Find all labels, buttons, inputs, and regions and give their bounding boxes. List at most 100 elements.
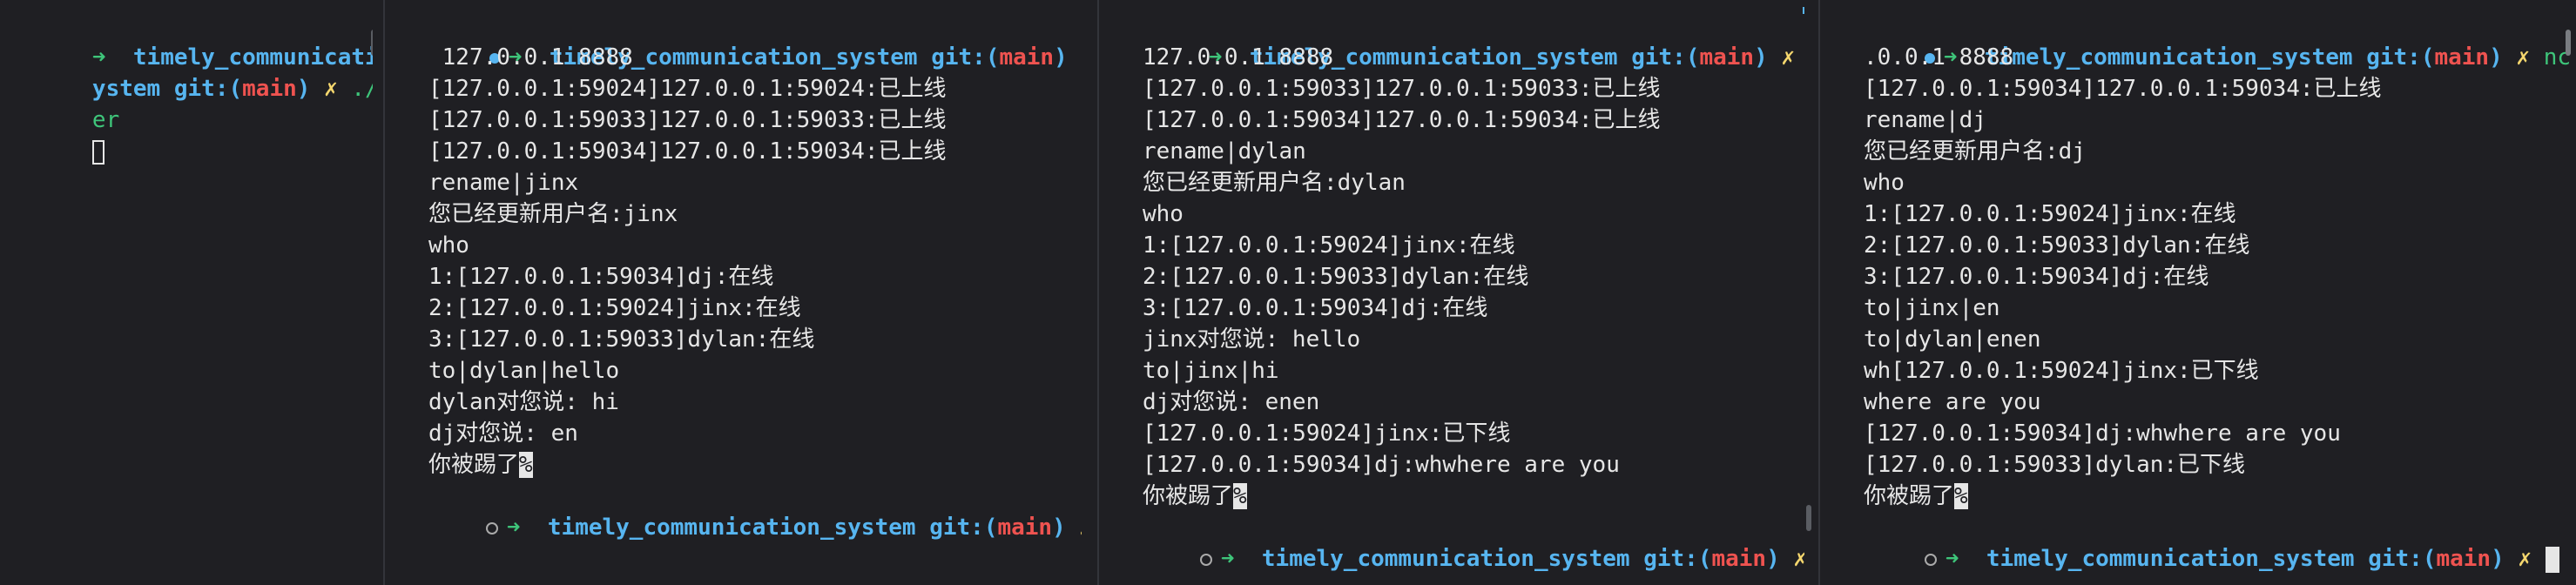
output-line-text: 127.0.0.1 8888 [1143,44,1334,71]
terminal-window: ➜ timely_communication_s ystem git:(main… [0,0,2576,585]
output-line-text: who [1143,201,1183,227]
output-line-text: 1:[127.0.0.1:59024]jinx:在线 [1143,232,1515,259]
output-line: 3:[127.0.0.1:59034]dj:在线 [1864,261,2208,292]
output-line: where are you [1864,387,2041,418]
output-line: [127.0.0.1:59034]127.0.0.1:59034:已上线 [428,136,947,167]
output-line: who [428,230,469,261]
output-line-text: rename|dj [1864,107,1986,133]
output-line-text: 2:[127.0.0.1:59033]dylan:在线 [1143,264,1529,290]
output-line-text: [127.0.0.1:59024]127.0.0.1:59024:已上线 [428,76,947,102]
output-line-text: [127.0.0.1:59034]127.0.0.1:59034:已上线 [428,138,947,165]
command-status-dot [485,521,498,535]
output-line: [127.0.0.1:59024]jinx:已下线 [1143,418,1510,449]
output-line-text: wh[127.0.0.1:59024]jinx:已下线 [1864,358,2259,384]
git-dirty-icon: ✗ [324,76,338,102]
scrollbar[interactable] [371,30,373,56]
output-line-text: [127.0.0.1:59034]dj:whwhere are you [1143,452,1620,478]
terminal-pane-client-jinx[interactable]: ➜ timely_communication_system git:(main)… [394,0,1082,585]
output-line: rename|jinx [428,167,578,198]
output-line: .0.0.1 8888 [1864,42,2013,73]
output-line-text: 3:[127.0.0.1:59034]dj:在线 [1864,264,2209,290]
output-line: 1:[127.0.0.1:59034]dj:在线 [428,261,773,292]
output-line-text: who [428,232,469,259]
scrollbar[interactable] [1806,505,1811,531]
terminal-pane-client-dj[interactable]: ➜ timely_communication_system git:(main)… [1829,0,2576,585]
output-line-text: to|jinx|hi [1143,358,1279,384]
output-line: to|dylan|hello [428,355,619,387]
command-text: nc 127 [2543,44,2572,71]
pane-divider[interactable] [1097,0,1099,585]
output-line: 你被踢了% [428,449,533,481]
output-line-text: to|dylan|enen [1864,326,2041,353]
output-line-text: [127.0.0.1:59033]dylan:已下线 [1864,452,2246,478]
output-line-text: to|jinx|en [1864,295,2000,321]
output-line: to|jinx|en [1864,292,2000,324]
end-of-output-marker: % [1233,483,1247,509]
output-line-text: [127.0.0.1:59034]127.0.0.1:59034:已上线 [1864,76,2382,102]
terminal-cursor [91,139,105,165]
command-text: ./serv [351,76,373,102]
output-line-text: [127.0.0.1:59024]jinx:已下线 [1143,420,1511,447]
output-line: 2:[127.0.0.1:59024]jinx:在线 [428,292,801,324]
output-line: 1:[127.0.0.1:59024]jinx:在线 [1143,230,1515,261]
output-line: [127.0.0.1:59034]127.0.0.1:59034:已上线 [1864,73,2382,104]
output-line-text: [127.0.0.1:59033]127.0.0.1:59033:已上线 [1143,76,1661,102]
output-line-text: 您已经更新用户名:dj [1864,138,2086,165]
terminal-pane-client-dylan[interactable]: ➜ timely_communication_system git:(main)… [1108,0,1804,585]
output-line-text: dj对您说: enen [1143,389,1320,415]
output-line-text: .0.0.1 8888 [1864,44,2014,71]
output-line-text: where are you [1864,389,2041,415]
output-line: to|dylan|enen [1864,324,2041,355]
output-line-text: jinx对您说: hello [1143,326,1361,353]
output-line: who [1143,198,1183,230]
command-status-dot [1199,553,1212,566]
scrollbar[interactable] [2566,30,2571,56]
output-line: [127.0.0.1:59033]127.0.0.1:59033:已上线 [428,104,947,136]
output-line-text: dylan对您说: hi [428,389,619,415]
output-line: rename|dylan [1143,136,1306,167]
output-line: jinx对您说: hello [1143,324,1360,355]
output-line-text: 您已经更新用户名:dylan [1143,170,1406,196]
output-line-text: 你被踢了 [1143,483,1234,509]
output-line-text: to|dylan|hello [428,358,620,384]
output-line: 您已经更新用户名:dylan [1143,167,1406,198]
output-line-text: 你被踢了 [1864,483,1955,509]
terminal-pane-server[interactable]: ➜ timely_communication_s ystem git:(main… [0,0,373,585]
output-line-text: [127.0.0.1:59033]127.0.0.1:59033:已上线 [428,107,947,133]
output-line: 3:[127.0.0.1:59034]dj:在线 [1143,292,1487,324]
output-line: 您已经更新用户名:dj [1864,136,2086,167]
output-line-text: 2:[127.0.0.1:59033]dylan:在线 [1864,232,2250,259]
git-branch: main [242,76,297,102]
terminal-cursor [2545,546,2559,573]
output-line-text: 127.0.0.1 8888 [428,44,633,71]
output-line-text: dj对您说: en [428,420,578,447]
output-line-text: 2:[127.0.0.1:59024]jinx:在线 [428,295,801,321]
output-line: [127.0.0.1:59033]127.0.0.1:59033:已上线 [1143,73,1661,104]
output-line: dj对您说: enen [1143,387,1319,418]
output-line-text: rename|jinx [428,170,579,196]
output-line-text: 3:[127.0.0.1:59034]dj:在线 [1143,295,1488,321]
output-line-text: 3:[127.0.0.1:59033]dylan:在线 [428,326,815,353]
output-line: [127.0.0.1:59024]127.0.0.1:59024:已上线 [428,73,947,104]
git-label: git: [173,76,229,102]
output-line: 2:[127.0.0.1:59033]dylan:在线 [1143,261,1528,292]
output-line-text: rename|dylan [1143,138,1306,165]
output-line: dj对您说: en [428,418,578,449]
output-line: [127.0.0.1:59034]dj:whwhere are you [1143,449,1620,481]
output-line-text: 1:[127.0.0.1:59024]jinx:在线 [1864,201,2236,227]
pane-divider[interactable] [383,0,385,585]
output-line-text: who [1864,170,1905,196]
output-line: who [1864,167,1905,198]
pane-divider[interactable] [1818,0,1820,585]
output-line: dylan对您说: hi [428,387,619,418]
output-line: 你被踢了% [1143,481,1247,512]
output-line: [127.0.0.1:59034]dj:whwhere are you [1864,418,2341,449]
output-line: [127.0.0.1:59034]127.0.0.1:59034:已上线 [1143,104,1661,136]
output-line: to|jinx|hi [1143,355,1279,387]
output-line: 你被踢了% [1864,481,1968,512]
output-line: rename|dj [1864,104,1986,136]
output-line: wh[127.0.0.1:59024]jinx:已下线 [1864,355,2259,387]
output-line-text: 您已经更新用户名:jinx [428,201,678,227]
output-line-text: 你被踢了 [428,452,520,478]
output-line: 127.0.0.1 8888 [1143,42,1333,73]
